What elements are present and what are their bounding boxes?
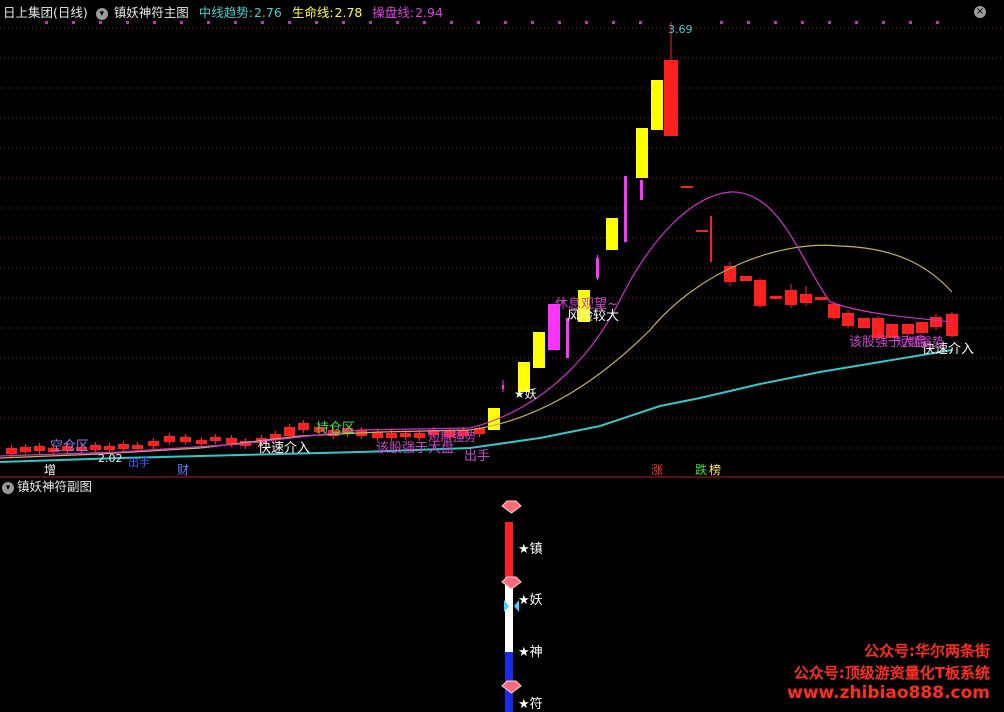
candle-body — [132, 445, 143, 449]
sub-indicator-name[interactable]: 镇妖神符副图 — [17, 479, 92, 494]
star-yao-label: ★妖 — [514, 387, 537, 401]
operation-line-label: 操盘线: — [372, 5, 415, 20]
midline-trend-value: 2.76 — [253, 5, 282, 20]
chevron-down-icon[interactable]: ▾ — [95, 7, 108, 20]
candle-body — [946, 314, 958, 336]
candle-body — [596, 258, 599, 278]
candle-body — [210, 437, 221, 441]
zhen-bar — [505, 522, 513, 578]
candle-body — [681, 186, 693, 188]
watermark-line-1: 公众号:华尔两条街 — [864, 642, 990, 660]
sub-label-yao: ★妖 — [518, 593, 543, 608]
candle-body — [624, 176, 627, 242]
mark-board: 榜 — [709, 462, 721, 477]
sub-label-fu: ★符 — [518, 696, 543, 712]
candle-body — [6, 448, 17, 454]
quick-entry-label: 快速介入 — [258, 441, 310, 456]
candle-body — [916, 322, 928, 333]
candle-body — [34, 446, 45, 451]
candle-body — [606, 218, 618, 250]
mark-wealth: 财 — [177, 463, 189, 477]
candle-body — [664, 60, 678, 136]
candle-body — [533, 332, 545, 368]
holding-zone-label: 持仓区 — [316, 421, 355, 436]
operation-line — [0, 191, 953, 457]
sub-chart-panel[interactable]: ★镇 ★妖 ★神 ★符 ▾ 镇妖神符副图 公众号:华尔两条街 公众号:顶级游资量化T板系… — [0, 478, 1004, 712]
candle-body — [842, 313, 854, 326]
sub-label-zhen: ★镇 — [518, 542, 543, 557]
short-term-strong-label: 短期强势 — [428, 430, 476, 444]
sub-label-shen: ★神 — [518, 645, 543, 660]
candle-body — [930, 317, 942, 327]
short-term-strong-label-right: 短期强势 — [896, 335, 944, 349]
candle-body — [815, 297, 827, 300]
candle-body — [118, 444, 129, 449]
candle-body — [400, 433, 411, 437]
candle-body — [180, 437, 191, 442]
diamond-icon — [501, 576, 522, 590]
candle-body — [800, 294, 812, 303]
watermark-line-2: 公众号:顶级游资量化T板系统 — [793, 664, 990, 682]
candle-body — [502, 385, 504, 389]
candle-body — [902, 324, 914, 334]
candle-body — [640, 180, 643, 200]
candle-body — [414, 433, 425, 438]
diamond-icon — [501, 500, 522, 514]
main-chart-canvas[interactable]: 3.692.02空仓区持仓区快速介入风险较大★妖快速介入该股强于大盘休息观望~该… — [0, 0, 1004, 478]
mark-fall: 跌 — [695, 462, 707, 477]
watermark-line-3: www.zhibiao888.com — [787, 683, 990, 703]
candle-body — [284, 427, 295, 436]
rest-watch-label: 休息观望~ — [555, 296, 618, 312]
sub-indicator-header: ▾ 镇妖神符副图 — [0, 478, 92, 496]
candle-body — [20, 447, 31, 452]
mark-rise: 涨 — [651, 462, 663, 477]
candle-body — [754, 280, 766, 306]
candle-body — [740, 276, 752, 281]
candle-body — [386, 433, 397, 438]
stock-title: 日上集团(日线) — [3, 5, 88, 20]
candle-body — [566, 318, 569, 358]
diamond-icon — [501, 680, 522, 694]
lifeline-value: 2.78 — [334, 5, 363, 20]
candle-body — [770, 296, 782, 299]
candle-body — [104, 446, 115, 450]
mark-increase: 增 — [44, 463, 56, 477]
candle-body — [858, 318, 870, 328]
candle-body — [785, 290, 797, 305]
empty-position-zone-label: 空仓区 — [50, 439, 89, 454]
candle-body — [710, 216, 712, 262]
indicator-header: 日上集团(日线) ▾ 镇妖神符主图 中线趋势:2.76 生命线:2.78 操盘线:2… — [0, 0, 1004, 26]
operation-line-value: 2.94 — [415, 5, 443, 20]
act-label-left: 出手 — [128, 455, 150, 469]
candle-body — [828, 304, 840, 318]
lifeline-label: 生命线: — [291, 5, 334, 20]
chevron-down-icon[interactable]: ▾ — [2, 481, 14, 494]
candle-body — [164, 436, 175, 442]
low-price-label: 2.02 — [98, 452, 123, 465]
candle-body — [696, 230, 708, 232]
candle-body — [148, 441, 159, 446]
midline-trend-label: 中线趋势: — [198, 5, 253, 20]
act-label: 出手 — [464, 449, 490, 464]
candle-body — [226, 438, 237, 444]
candle-body — [636, 128, 648, 178]
candle-body — [651, 80, 663, 130]
close-icon[interactable]: × — [974, 6, 986, 18]
indicator-name[interactable]: 镇妖神符主图 — [114, 5, 189, 20]
candle-body — [298, 423, 309, 430]
candle-body — [90, 445, 101, 450]
candle-body — [196, 440, 207, 444]
main-chart-panel[interactable]: 3.69 2.02 空仓区 持仓区 快速介入 风险较大 ★妖 快速介入 该股强于大盘 休息观望~ 该… — [0, 0, 1004, 478]
